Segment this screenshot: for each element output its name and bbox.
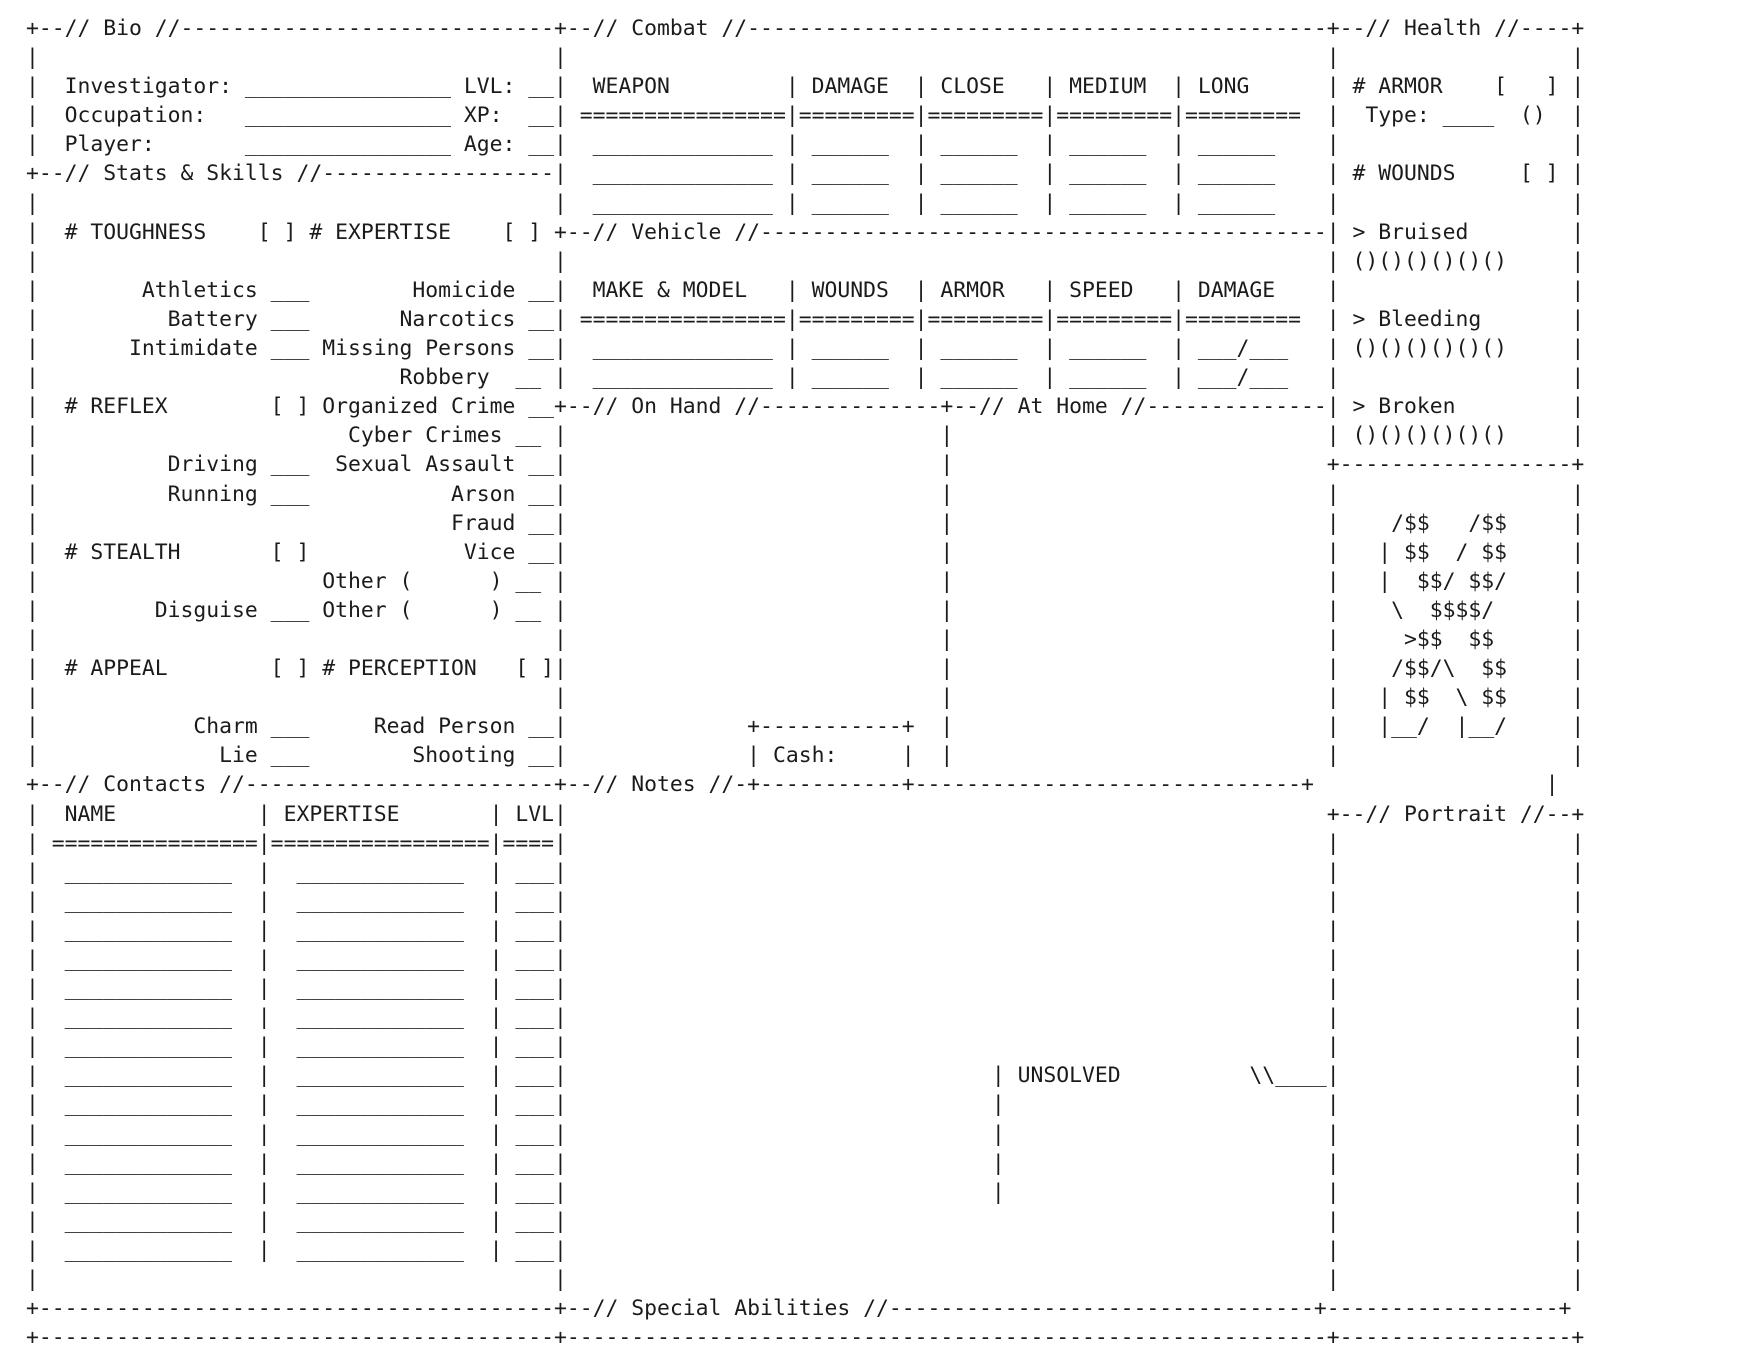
on-hand-header-text: +--// On Hand // [0,0,1,1]
special-header-text: +--// Special Abilities // [0,0,1,1]
stats-skills-section-header [26,148,562,178]
health-track-bruised-pips[interactable] [1348,196,1524,222]
notes-section-header [566,614,766,644]
skill-value-other-2[interactable] [400,482,560,506]
special-abilities-section-header [566,1078,934,1108]
vehicle-column-make-model [578,236,793,266]
contacts-column-name [40,656,255,686]
skill-value-other-1[interactable] [400,460,560,484]
portrait-header-text: +--// Portrait // [0,0,1,1]
vehicle-table-body[interactable] [572,286,1306,332]
unsolved-case-header [930,905,1305,941]
vehicle-column-armor [940,236,1060,266]
combat-column-close [940,64,1060,94]
perception-score-box[interactable] [518,512,554,538]
cash-box[interactable] [768,578,940,628]
reflex-score-box[interactable] [262,322,298,348]
player-name-field[interactable] [152,110,440,136]
contacts-section-header [26,616,562,646]
stealth-score-box[interactable] [250,428,286,454]
health-header-text: +--// Health // [0,0,1,1]
unsolved-label-text: UNSOLVED [0,0,1,1]
combat-section-header [566,18,1306,48]
skill-value-fraud[interactable] [512,416,560,440]
expertise-score-box[interactable] [518,196,554,222]
on-hand-section-header [566,342,936,372]
combat-column-damage [812,64,932,94]
unsolved-case-area[interactable] [930,940,1305,1070]
skill-value-organized-crime[interactable] [512,328,560,352]
vehicle-column-wounds [812,236,932,266]
appeal-score-box[interactable] [250,512,286,538]
armor-type-paren[interactable] [1490,88,1526,116]
skill-value-charm[interactable] [252,556,300,580]
contacts-column-expertise [272,656,472,686]
armor-type-field[interactable] [1418,88,1488,116]
skill-value-intimidate[interactable] [252,284,300,308]
cash-label-text: Cash: [0,0,1,1]
notes-header-text: +--// Notes // [0,0,1,1]
portrait-section-header [1304,660,1540,690]
at-home-section-header [932,342,1304,372]
portrait-content-area[interactable] [1308,695,1538,1080]
bio-section-header [26,18,562,48]
skill-value-vice[interactable] [512,438,560,462]
health-track-bleeding-pips[interactable] [1348,260,1524,286]
skill-value-missing-persons[interactable] [512,284,560,308]
special-abilities-content-area[interactable] [936,1082,1304,1122]
vehicle-column-speed [1065,236,1185,266]
combat-column-long [1192,64,1302,94]
health-section-header [1304,18,1540,48]
skill-value-driving[interactable] [252,366,300,390]
combat-header-text: +--// Combat // [0,0,1,1]
vehicle-section-header [566,192,1306,222]
combat-column-medium [1065,64,1185,94]
skill-value-narcotics[interactable] [512,262,560,286]
skill-value-athletics[interactable] [252,240,300,264]
health-track-broken-pips[interactable] [1348,324,1524,350]
age-field[interactable] [515,110,563,136]
vehicle-header-text: +--// Vehicle // [0,0,1,1]
skill-value-sexual-assault[interactable] [512,372,560,396]
combat-table-body[interactable] [572,118,1306,186]
stats-header-text: +--// Stats & Skills // [0,0,1,1]
skill-value-shooting[interactable] [512,578,560,602]
at-home-header-text: +--// At Home // [0,0,1,1]
skill-value-robbery[interactable] [512,306,560,330]
skill-value-lie[interactable] [252,578,300,602]
character-sheet: +--// Bio //----------------------------… [0,0,1758,1350]
contacts-table-body[interactable] [36,706,562,1136]
combat-column-weapon [578,64,793,94]
dollar-sign-ascii-logo [1340,420,1540,600]
skill-value-cyber-crimes[interactable] [512,350,560,374]
skill-value-battery[interactable] [252,262,300,286]
wounds-score-box[interactable] [1470,132,1520,160]
toughness-score-box[interactable] [262,196,298,222]
at-home-content-area[interactable] [938,376,1304,586]
skill-value-disguise[interactable] [252,472,300,496]
bio-header-text: +--// Bio // [0,0,1,1]
skill-value-running[interactable] [252,388,300,412]
contacts-column-lvl [490,656,560,686]
skill-value-read-person[interactable] [512,556,560,580]
skill-value-arson[interactable] [512,394,560,418]
vehicle-column-damage [1192,236,1307,266]
skill-value-homicide[interactable] [512,240,560,264]
contacts-header-text: +--// Contacts // [0,0,1,1]
